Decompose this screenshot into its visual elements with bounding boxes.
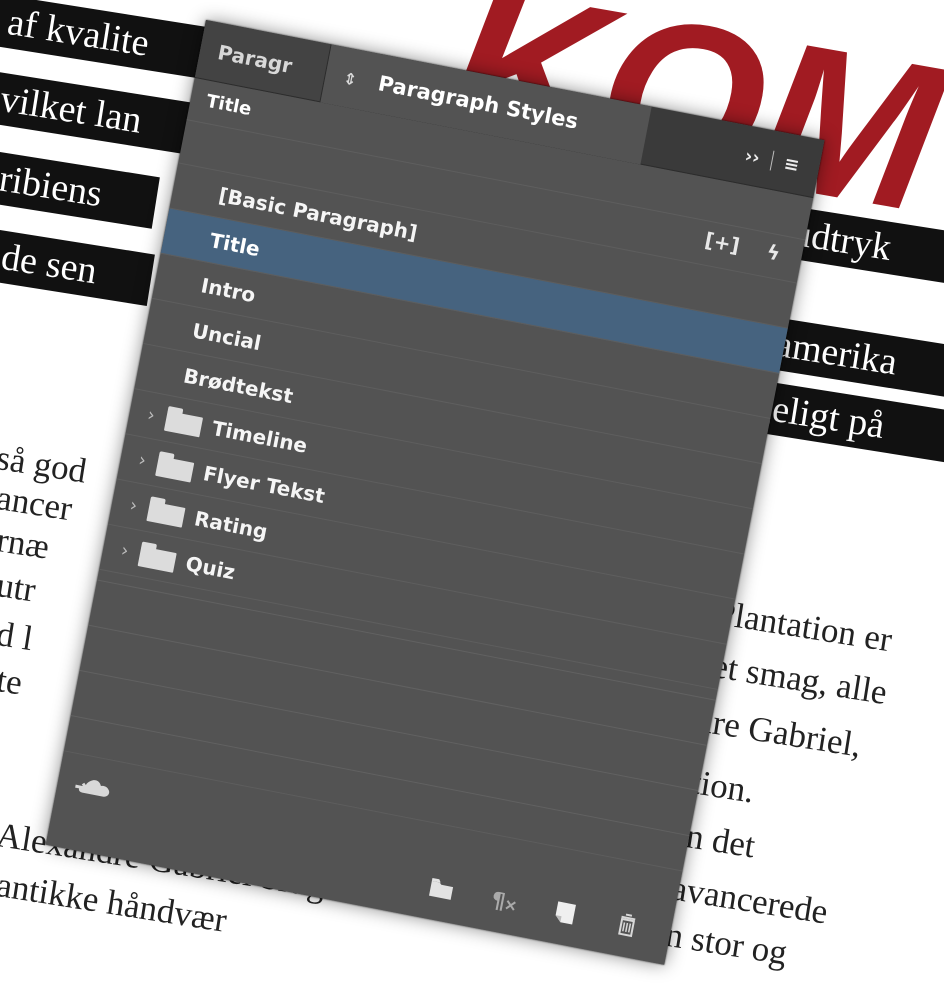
body-text-line: dre Gabriel, (693, 700, 864, 766)
folder-icon (137, 546, 177, 573)
panel-tab-tools: ›› ≡ (742, 142, 801, 180)
trash-icon[interactable] (608, 906, 646, 944)
style-actions: [+] ϟ (703, 227, 782, 265)
tab-paragraph-label: Paragr (215, 40, 295, 79)
body-text-fragment: te (0, 660, 25, 703)
band-line-1-text: e af kvalite (0, 0, 152, 65)
new-style-icon-graphic (555, 901, 576, 925)
folder-icon (163, 410, 204, 438)
body-text-line: d l (0, 614, 36, 659)
chevron-right-icon[interactable]: › (126, 483, 142, 530)
folder-icon (155, 456, 195, 483)
double-chevron-icon[interactable]: ›› (743, 145, 762, 168)
body-text-fragment: rnæ (0, 520, 52, 567)
trash-icon-graphic (618, 913, 636, 938)
chevron-right-icon[interactable]: › (143, 393, 159, 440)
hamburger-menu-icon[interactable]: ≡ (782, 153, 801, 176)
paragraph-clear-icon[interactable]: ¶ (485, 882, 523, 920)
updown-arrow-icon: ⇕ (341, 68, 359, 90)
band-line-2-text: hvilket lan (0, 74, 145, 142)
lightning-icon[interactable]: ϟ (765, 240, 783, 266)
chevron-right-icon[interactable]: › (134, 438, 150, 485)
band-line-6-text: amerika (772, 322, 901, 384)
band-line-4-text: nde sen (0, 232, 100, 293)
cloud-sync-icon[interactable] (71, 770, 116, 805)
tool-separator (769, 150, 775, 171)
body-text-fragment: d l (0, 614, 36, 659)
folder-icon[interactable] (423, 870, 461, 908)
band-line-4: nde sen (0, 228, 155, 306)
new-group-icon-graphic (429, 877, 454, 900)
plus-box-icon[interactable]: [+] (703, 227, 742, 257)
band-line-2: hvilket lan (0, 70, 199, 155)
body-text-fragment: dre Gabriel, (692, 700, 865, 765)
band-line-3: aribiens (0, 150, 160, 229)
cloud-sync-icon-graphic (75, 780, 110, 797)
band-line-3-text: aribiens (0, 154, 106, 216)
body-text-line: rnæ (0, 520, 52, 568)
new-page-icon[interactable] (546, 894, 584, 932)
band-line-7: geligt på (749, 380, 944, 466)
body-text-line: te (0, 660, 25, 703)
paragraph-clear-icon-graphic: ¶ (489, 888, 516, 915)
body-text-fragment: utr (0, 565, 39, 610)
paragraph-style-list: [Basic Paragraph] Title Intro Uncial Brø… (71, 162, 797, 834)
folder-icon (146, 501, 186, 528)
body-text-line: utr (0, 565, 38, 611)
style-group-label: Quiz (183, 551, 238, 585)
chevron-right-icon[interactable]: › (117, 528, 133, 575)
svg-text:¶: ¶ (489, 888, 508, 915)
